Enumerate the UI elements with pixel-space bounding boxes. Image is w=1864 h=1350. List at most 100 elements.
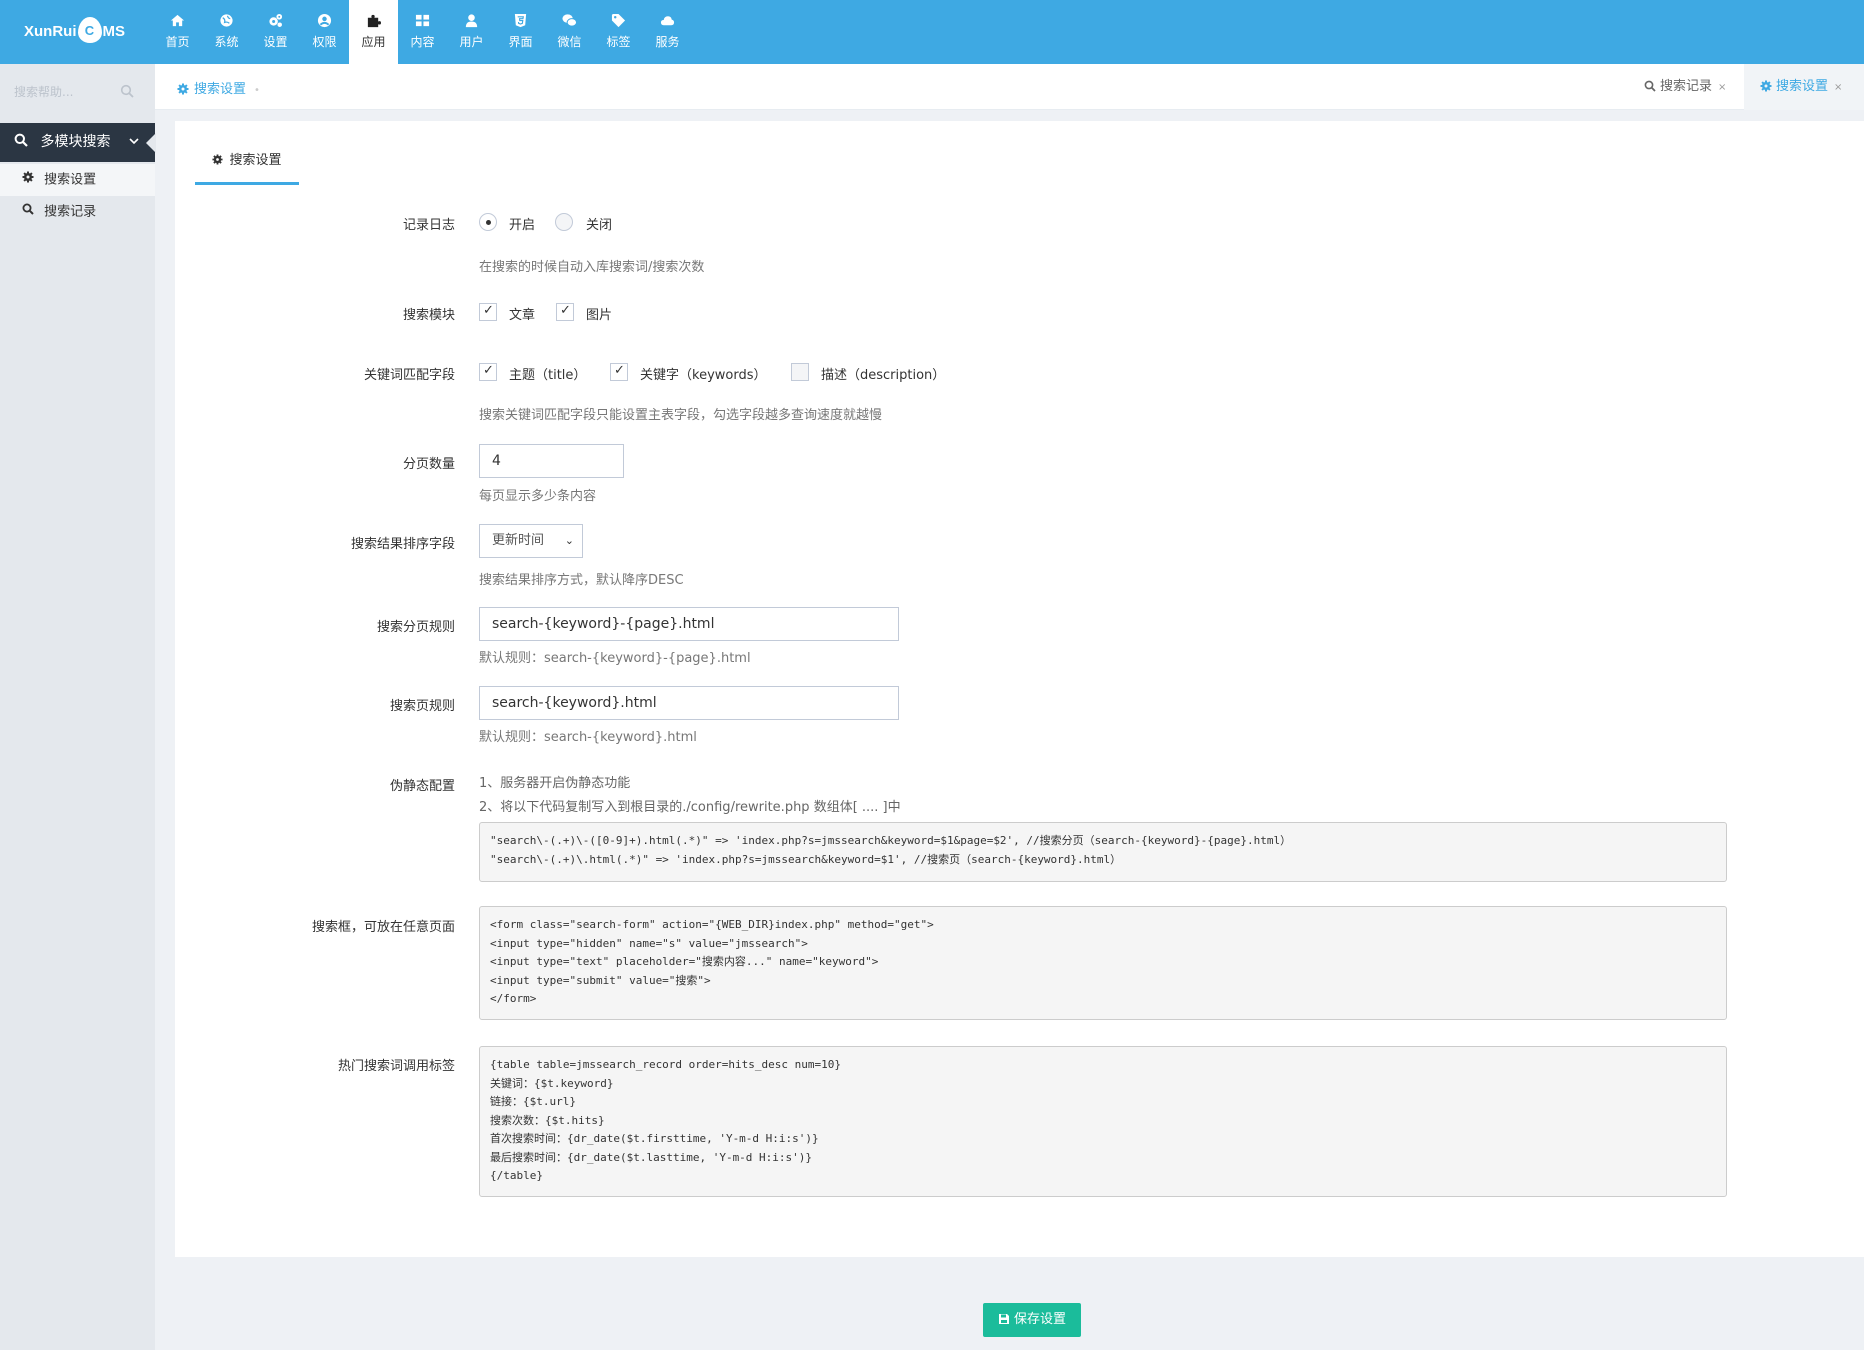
tab-form-search-settings[interactable]: 搜索设置 [195, 143, 299, 185]
rewrite-note-2: 2、将以下代码复制写入到根目录的./config/rewrite.php 数组体… [479, 800, 901, 815]
order-select[interactable]: 更新时间 ⌄ [479, 524, 583, 558]
pagesize-label: 分页数量 [402, 457, 455, 472]
wechat-icon [545, 13, 594, 33]
tag-icon [594, 13, 643, 33]
order-select-value: 更新时间 [492, 533, 545, 548]
close-icon[interactable]: × [1718, 82, 1726, 93]
page-rule-help: 默认规则：search-{keyword}-{page}.html [479, 651, 751, 666]
nav-label: 系统 [214, 35, 239, 49]
search-icon [14, 133, 28, 150]
breadcrumb[interactable]: 搜索设置 • [177, 78, 260, 97]
nav-item-content[interactable]: 内容 [398, 0, 447, 64]
hot-label: 热门搜索词调用标签 [337, 1059, 455, 1074]
log-option-on-label: 开启 [509, 218, 536, 233]
nav-item-wechat[interactable]: 微信 [545, 0, 594, 64]
searchbox-code-block[interactable]: <form class="search-form" action="{WEB_D… [479, 906, 1727, 1020]
breadcrumb-label: 搜索设置 [194, 82, 247, 97]
sidebar: 多模块搜索 搜索设置 搜索记录 [0, 64, 156, 1350]
nav-label: 权限 [312, 35, 337, 49]
logo[interactable]: XunRui C MS [24, 14, 134, 50]
search-icon[interactable] [120, 84, 134, 102]
sidebar-item-label: 搜索记录 [44, 204, 97, 220]
gear-icon [212, 153, 224, 168]
logo-text-part1: XunRui [24, 23, 77, 40]
fields-label: 关键词匹配字段 [363, 368, 455, 383]
breadcrumb-separator: • [254, 85, 260, 96]
log-radio-off[interactable] [555, 213, 573, 231]
nav-item-settings[interactable]: 设置 [251, 0, 300, 64]
save-button-label: 保存设置 [1013, 1312, 1066, 1327]
search-rule-help: 默认规则：search-{keyword}.html [479, 730, 697, 745]
field-title-label: 主题（title） [509, 368, 587, 383]
field-keywords-label: 关键字（keywords） [640, 368, 767, 383]
tab-search-records[interactable]: 搜索记录 × [1628, 64, 1742, 110]
puzzle-icon [349, 13, 398, 33]
sidebar-search-input[interactable] [14, 80, 134, 104]
nav-label: 服务 [655, 35, 680, 49]
log-option-off-label: 关闭 [586, 218, 613, 233]
form-footer: 保存设置 [155, 1287, 1864, 1350]
module-image-label: 图片 [586, 308, 613, 323]
globe-icon [202, 13, 251, 33]
nav-label: 微信 [557, 35, 582, 49]
module-image-checkbox[interactable] [556, 303, 574, 321]
nav-item-interface[interactable]: 界面 [496, 0, 545, 64]
order-label: 搜索结果排序字段 [350, 537, 455, 552]
sidebar-item-label: 搜索设置 [44, 172, 97, 188]
nav-label: 界面 [508, 35, 533, 49]
page-rule-input[interactable] [479, 607, 899, 641]
search-icon [1644, 79, 1660, 94]
module-article-checkbox[interactable] [479, 303, 497, 321]
close-icon[interactable]: × [1834, 82, 1842, 93]
html5-icon [496, 13, 545, 33]
logo-text-part2: MS [102, 23, 126, 40]
nav-label: 首页 [165, 35, 190, 49]
searchbox-label: 搜索框，可放在任意页面 [311, 920, 455, 935]
field-description-checkbox[interactable] [791, 363, 809, 381]
top-navbar: XunRui C MS 首页 系统 设置 权限 应用 内容 用户 界面 微信 标… [0, 0, 1864, 64]
logo-drop-icon: C [77, 17, 102, 44]
grid-icon [398, 13, 447, 33]
sidebar-item-search-records[interactable]: 搜索记录 [0, 196, 155, 228]
module-article-label: 文章 [509, 308, 536, 323]
main-nav: 首页 系统 设置 权限 应用 内容 用户 界面 微信 标签 服务 [153, 0, 692, 64]
sidebar-group-multisearch[interactable]: 多模块搜索 [0, 123, 156, 162]
pagesize-help: 每页显示多少条内容 [479, 489, 597, 504]
hot-code-block[interactable]: {table table=jmssearch_record order=hits… [479, 1046, 1727, 1197]
nav-item-home[interactable]: 首页 [153, 0, 202, 64]
page-tabbar: 搜索设置 • 搜索记录 × 搜索设置 × [155, 64, 1864, 110]
pagesize-input[interactable] [479, 444, 624, 478]
rewrite-code-block[interactable]: "search\-(.+)\-([0-9]+).html(.*)" => 'in… [479, 822, 1727, 882]
nav-label: 用户 [459, 35, 484, 49]
nav-item-permissions[interactable]: 权限 [300, 0, 349, 64]
tab-search-settings[interactable]: 搜索设置 × [1744, 64, 1864, 110]
settings-card: 搜索设置 记录日志 开启 关闭 在搜索的时候自动入库搜索词/搜索次数 搜索模块 … [175, 121, 1864, 1257]
log-label: 记录日志 [402, 218, 455, 233]
sidebar-item-search-settings[interactable]: 搜索设置 [0, 164, 155, 196]
card-tab-label: 搜索设置 [229, 153, 282, 168]
nav-label: 设置 [263, 35, 288, 49]
nav-label: 应用 [361, 35, 386, 49]
modules-label: 搜索模块 [402, 308, 455, 323]
field-keywords-checkbox[interactable] [610, 363, 628, 381]
sidebar-group-label: 多模块搜索 [40, 134, 111, 150]
nav-item-tags[interactable]: 标签 [594, 0, 643, 64]
nav-item-users[interactable]: 用户 [447, 0, 496, 64]
search-rule-input[interactable] [479, 686, 899, 720]
nav-item-apps[interactable]: 应用 [349, 0, 398, 64]
search-rule-label: 搜索页规则 [389, 699, 455, 714]
gear-icon [1760, 79, 1776, 94]
field-title-checkbox[interactable] [479, 363, 497, 381]
rewrite-note-1: 1、服务器开启伪静态功能 [479, 776, 631, 791]
search-icon [22, 196, 36, 228]
log-help: 在搜索的时候自动入库搜索词/搜索次数 [479, 260, 705, 275]
nav-item-system[interactable]: 系统 [202, 0, 251, 64]
page-rule-label: 搜索分页规则 [376, 620, 455, 635]
nav-item-services[interactable]: 服务 [643, 0, 692, 64]
sidebar-search [14, 80, 134, 104]
gear-icon [177, 82, 194, 97]
log-radio-on[interactable] [479, 213, 497, 231]
save-button[interactable]: 保存设置 [983, 1303, 1081, 1337]
floppy-icon [998, 1312, 1014, 1327]
rewrite-label: 伪静态配置 [389, 779, 455, 794]
